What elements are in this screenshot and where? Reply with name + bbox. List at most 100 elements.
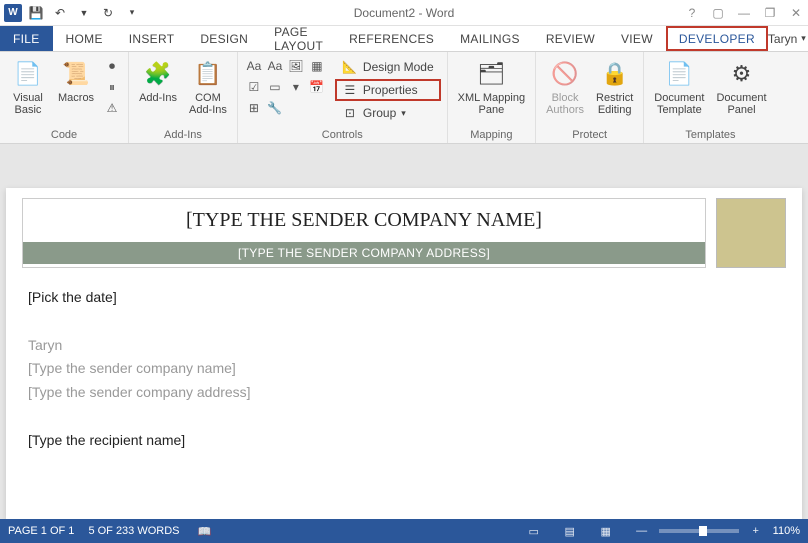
document-template-button[interactable]: 📄 Document Template: [650, 56, 708, 118]
restrict-editing-icon: 🔒: [599, 58, 631, 90]
tab-view[interactable]: VIEW: [608, 26, 666, 51]
sender-company-address-field[interactable]: [TYPE THE SENDER COMPANY ADDRESS]: [23, 242, 705, 264]
xml-mapping-icon: 🗂: [475, 58, 507, 90]
group-protect-label: Protect: [542, 127, 637, 143]
zoom-in-button[interactable]: +: [745, 522, 767, 540]
rich-text-control-button[interactable]: Aa: [244, 56, 264, 76]
redo-button[interactable]: ↻: [98, 3, 118, 23]
status-bar: PAGE 1 OF 1 5 OF 233 WORDS 📖 ▭ ▤ ▦ — + 1…: [0, 519, 808, 543]
logo-placeholder[interactable]: [716, 198, 786, 268]
block-authors-icon: 🚫: [549, 58, 581, 90]
tab-file[interactable]: FILE: [0, 26, 53, 51]
addins-button[interactable]: 🧩 Add-Ins: [135, 56, 181, 106]
recipient-name-field[interactable]: [Type the recipient name]: [28, 429, 780, 453]
zoom-level[interactable]: 110%: [773, 525, 800, 537]
ribbon-display-options[interactable]: ▢: [708, 3, 728, 23]
read-mode-button[interactable]: ▭: [523, 522, 545, 540]
ribbon-tabs: FILE HOME INSERT DESIGN PAGE LAYOUT REFE…: [0, 26, 808, 52]
group-icon: ⊡: [342, 105, 358, 121]
qat-customize-dropdown[interactable]: ▾: [122, 3, 142, 23]
dropdown-control-button[interactable]: ▾: [286, 77, 306, 97]
macros-icon: 📜: [60, 58, 92, 90]
zoom-control: — + 110%: [631, 522, 800, 540]
sender-name-text[interactable]: Taryn: [28, 334, 780, 358]
block-authors-button[interactable]: 🚫 Block Authors: [542, 56, 588, 118]
help-button[interactable]: ?: [682, 3, 702, 23]
visual-basic-icon: 📄: [12, 58, 44, 90]
addins-icon: 🧩: [142, 58, 174, 90]
group-controls-button[interactable]: ⊡ Group ▾: [335, 102, 441, 124]
tab-references[interactable]: REFERENCES: [336, 26, 447, 51]
record-macro-button[interactable]: ⏺: [102, 56, 122, 76]
sender-address-placeholder[interactable]: [Type the sender company address]: [28, 381, 780, 405]
sender-company-name-field[interactable]: [TYPE THE SENDER COMPANY NAME]: [23, 199, 705, 242]
spelling-status-icon[interactable]: 📖: [194, 522, 216, 540]
group-protect: 🚫 Block Authors 🔒 Restrict Editing Prote…: [536, 52, 644, 143]
window-title: Document2 - Word: [354, 6, 454, 20]
group-controls: Aa Aa 🖼 ▦ ☑ ▭ ▾ 📅 ⊞ 🔧 📐: [238, 52, 448, 143]
group-templates-label: Templates: [650, 127, 770, 143]
design-mode-icon: 📐: [342, 59, 358, 75]
properties-button[interactable]: ☰ Properties: [335, 79, 441, 101]
group-mapping-label: Mapping: [454, 127, 529, 143]
page-indicator[interactable]: PAGE 1 OF 1: [8, 525, 74, 537]
document-body[interactable]: [Pick the date] Taryn [Type the sender c…: [22, 268, 786, 453]
word-count[interactable]: 5 OF 233 WORDS: [88, 525, 179, 537]
date-picker-field[interactable]: [Pick the date]: [28, 286, 780, 310]
group-controls-label: Controls: [244, 127, 441, 143]
pause-recording-button[interactable]: ⏸: [102, 77, 122, 97]
legacy-tools-button[interactable]: 🔧: [265, 98, 285, 118]
undo-button[interactable]: ↶: [50, 3, 70, 23]
plain-text-control-button[interactable]: Aa: [265, 56, 285, 76]
visual-basic-button[interactable]: 📄 Visual Basic: [6, 56, 50, 118]
ribbon: 📄 Visual Basic 📜 Macros ⏺ ⏸ ⚠ Code 🧩 Add…: [0, 52, 808, 144]
minimize-button[interactable]: —: [734, 3, 754, 23]
tab-review[interactable]: REVIEW: [533, 26, 608, 51]
window-controls: ? ▢ — ❐ ✕: [682, 3, 806, 23]
macros-button[interactable]: 📜 Macros: [54, 56, 98, 106]
document-header: [TYPE THE SENDER COMPANY NAME] [TYPE THE…: [22, 198, 786, 268]
close-button[interactable]: ✕: [786, 3, 806, 23]
group-code-label: Code: [6, 127, 122, 143]
quick-access-toolbar: W 💾 ↶ ▼ ↻ ▾: [0, 3, 142, 23]
titlebar: W 💾 ↶ ▼ ↻ ▾ Document2 - Word ? ▢ — ❐ ✕: [0, 0, 808, 26]
print-layout-button[interactable]: ▤: [559, 522, 581, 540]
document-panel-button[interactable]: ⚙ Document Panel: [712, 56, 770, 118]
design-mode-button[interactable]: 📐 Design Mode: [335, 56, 441, 78]
group-templates: 📄 Document Template ⚙ Document Panel Tem…: [644, 52, 776, 143]
xml-mapping-pane-button[interactable]: 🗂 XML Mapping Pane: [454, 56, 529, 118]
tab-home[interactable]: HOME: [53, 26, 116, 51]
group-mapping: 🗂 XML Mapping Pane Mapping: [448, 52, 536, 143]
web-layout-button[interactable]: ▦: [595, 522, 617, 540]
document-page[interactable]: [TYPE THE SENDER COMPANY NAME] [TYPE THE…: [6, 188, 802, 519]
com-addins-icon: 📋: [192, 58, 224, 90]
group-code: 📄 Visual Basic 📜 Macros ⏺ ⏸ ⚠ Code: [0, 52, 129, 143]
restrict-editing-button[interactable]: 🔒 Restrict Editing: [592, 56, 637, 118]
macro-security-button[interactable]: ⚠: [102, 98, 122, 118]
sender-company-placeholder[interactable]: [Type the sender company name]: [28, 357, 780, 381]
building-block-control-button[interactable]: ▦: [307, 56, 327, 76]
picture-control-button[interactable]: 🖼: [286, 56, 306, 76]
com-addins-button[interactable]: 📋 COM Add-Ins: [185, 56, 231, 118]
group-addins-label: Add-Ins: [135, 127, 231, 143]
tab-design[interactable]: DESIGN: [187, 26, 261, 51]
combobox-control-button[interactable]: ▭: [265, 77, 285, 97]
restore-button[interactable]: ❐: [760, 3, 780, 23]
user-name[interactable]: Taryn: [768, 32, 797, 46]
document-area[interactable]: [TYPE THE SENDER COMPANY NAME] [TYPE THE…: [0, 144, 808, 519]
tab-developer[interactable]: DEVELOPER: [666, 26, 768, 51]
checkbox-control-button[interactable]: ☑: [244, 77, 264, 97]
undo-dropdown[interactable]: ▼: [74, 3, 94, 23]
tab-insert[interactable]: INSERT: [116, 26, 188, 51]
zoom-slider[interactable]: [659, 529, 739, 533]
datepicker-control-button[interactable]: 📅: [307, 77, 327, 97]
save-button[interactable]: 💾: [26, 3, 46, 23]
tab-page-layout[interactable]: PAGE LAYOUT: [261, 26, 336, 51]
zoom-out-button[interactable]: —: [631, 522, 653, 540]
document-template-icon: 📄: [663, 58, 695, 90]
group-addins: 🧩 Add-Ins 📋 COM Add-Ins Add-Ins: [129, 52, 238, 143]
word-app-icon[interactable]: W: [4, 4, 22, 22]
tab-mailings[interactable]: MAILINGS: [447, 26, 533, 51]
repeating-section-control-button[interactable]: ⊞: [244, 98, 264, 118]
document-panel-icon: ⚙: [726, 58, 758, 90]
